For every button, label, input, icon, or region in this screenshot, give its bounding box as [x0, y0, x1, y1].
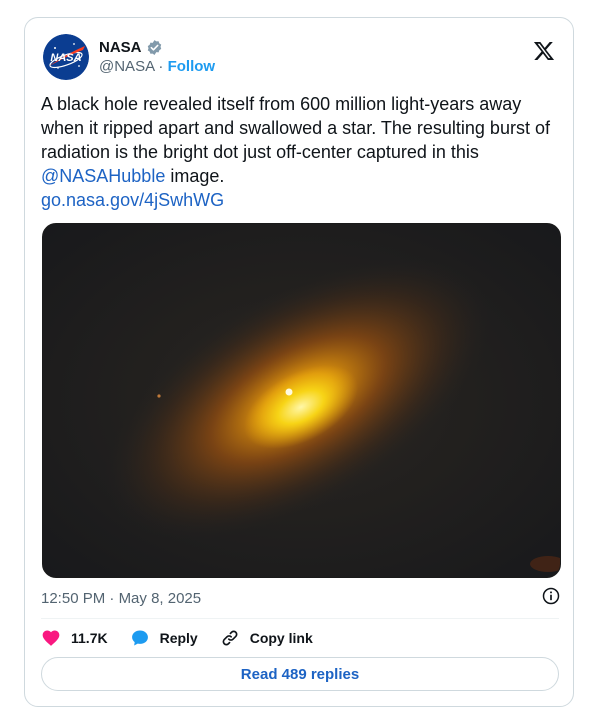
heart-icon: [42, 630, 60, 646]
avatar[interactable]: NASA: [43, 34, 89, 80]
read-replies-button[interactable]: Read 489 replies: [41, 657, 559, 691]
date: May 8, 2025: [118, 589, 202, 607]
nasa-logo-icon: NASA: [43, 34, 89, 80]
author-name-row: NASA: [99, 36, 163, 58]
author-handle-row: @NASA · Follow: [99, 58, 215, 75]
svg-text:NASA: NASA: [50, 52, 81, 64]
tweet-card: NASA NASA @NASA · Follow A black hole re…: [24, 17, 574, 707]
x-logo-icon[interactable]: [533, 40, 555, 62]
timestamp[interactable]: 12:50 PM · May 8, 2025: [41, 590, 201, 607]
divider: [41, 618, 559, 619]
action-bar: 11.7K Reply Copy link: [41, 624, 335, 652]
time: 12:50 PM: [41, 589, 106, 607]
copy-link-label: Copy link: [249, 630, 313, 646]
tweet-text-tail: image.: [165, 166, 225, 186]
galaxy-image: [43, 224, 560, 577]
like-button[interactable]: 11.7K: [41, 628, 108, 648]
info-icon[interactable]: [541, 586, 561, 610]
reply-button[interactable]: Reply: [130, 628, 198, 648]
copy-link-button[interactable]: Copy link: [220, 628, 313, 648]
tweet-text: A black hole revealed itself from 600 mi…: [41, 92, 561, 212]
reply-bubble-icon: [131, 630, 148, 646]
meta-separator: ·: [109, 589, 115, 607]
follow-button[interactable]: Follow: [168, 58, 216, 75]
mention-link[interactable]: @NASAHubble: [41, 166, 165, 186]
url-link[interactable]: go.nasa.gov/4jSwhWG: [41, 190, 224, 210]
reply-label: Reply: [159, 630, 198, 646]
link-icon: [222, 630, 238, 646]
author-handle[interactable]: @NASA: [99, 58, 154, 75]
verified-badge-icon: [146, 39, 163, 56]
handle-separator: ·: [158, 58, 164, 75]
tweet-image[interactable]: [42, 223, 561, 578]
tweet-text-body: A black hole revealed itself from 600 mi…: [41, 94, 550, 162]
like-count: 11.7K: [71, 630, 108, 646]
tweet-header: NASA NASA @NASA · Follow: [41, 32, 559, 82]
tweet-meta: 12:50 PM · May 8, 2025: [41, 586, 561, 610]
author-name[interactable]: NASA: [99, 39, 142, 56]
